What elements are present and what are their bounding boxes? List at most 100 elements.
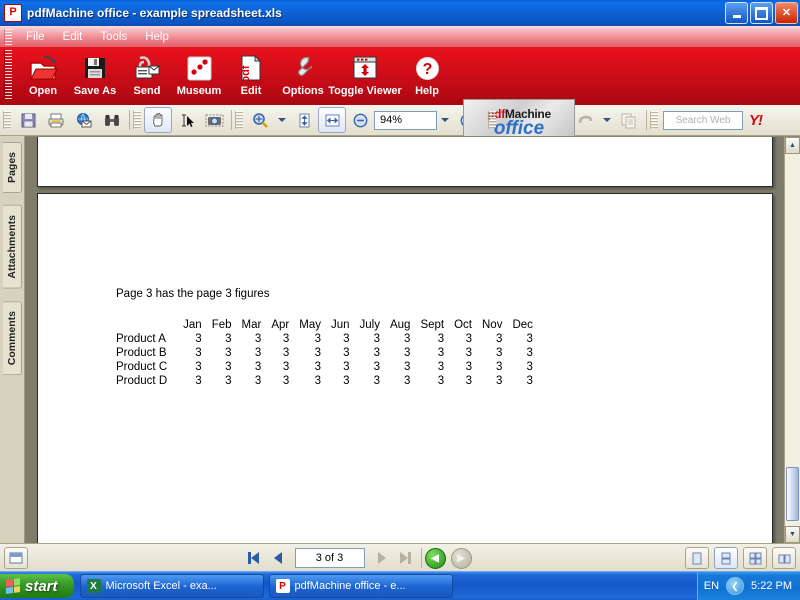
edit-button-label: Edit [241, 85, 262, 97]
zoom-tools-grip[interactable] [235, 111, 243, 129]
camera-snapshot-icon[interactable] [200, 107, 228, 133]
minimize-button[interactable] [725, 2, 748, 24]
undo-icon [571, 107, 599, 133]
pdf-page-icon: pdf [238, 52, 264, 84]
help-button-label: Help [415, 85, 439, 97]
scroll-down-arrow[interactable]: ▼ [785, 526, 800, 543]
toolbar-grip-handle[interactable] [4, 50, 12, 100]
zoom-tool-dropdown-arrow[interactable] [278, 118, 286, 122]
page-indicator[interactable]: 3 of 3 [295, 548, 365, 568]
cell: 3 [236, 346, 266, 360]
continuous-view-button[interactable] [714, 547, 738, 569]
taskbar-item-pdfmachine-label: pdfMachine office - e... [295, 580, 406, 592]
sidebar-item-attachments[interactable]: Attachments [3, 205, 22, 289]
magnifier-icon[interactable] [246, 107, 274, 133]
clock[interactable]: 5:22 PM [751, 580, 792, 592]
edit-button[interactable]: pdf Edit [225, 47, 277, 97]
menu-item-help[interactable]: Help [136, 29, 178, 45]
menu-item-tools[interactable]: Tools [91, 29, 136, 45]
scrollbar-thumb[interactable] [786, 467, 799, 521]
page-current: Page 3 has the page 3 figures Jan Feb Ma… [37, 193, 773, 543]
cell: 3 [265, 346, 293, 360]
first-page-button[interactable] [242, 548, 266, 568]
cell: 3 [206, 374, 236, 388]
fit-height-icon[interactable] [290, 107, 318, 133]
open-button[interactable]: Open [17, 47, 69, 97]
go-back-button[interactable]: ◀ [425, 548, 446, 569]
main-toolbar: Open Save As [0, 47, 800, 105]
cell: 3 [293, 332, 325, 346]
table-row: Product C 3 3 3 3 3 3 3 3 3 3 [116, 360, 537, 374]
toggle-viewer-button-label: Toggle Viewer [328, 85, 402, 97]
scroll-up-arrow[interactable]: ▲ [785, 137, 800, 154]
help-button[interactable]: ? Help [401, 47, 453, 97]
toggle-viewer-button[interactable]: Toggle Viewer [329, 47, 401, 97]
zoom-level-dropdown-arrow[interactable] [441, 118, 449, 122]
save-as-button[interactable]: Save As [69, 47, 121, 97]
cell: 3 [414, 346, 448, 360]
zoom-level-input[interactable]: 94% [374, 111, 437, 130]
printer-icon[interactable] [42, 107, 70, 133]
museum-button[interactable]: Museum [173, 47, 225, 97]
cell: 3 [506, 374, 536, 388]
cell: 3 [236, 332, 266, 346]
facing-pages-view-button[interactable] [743, 547, 767, 569]
edit-tools-grip[interactable] [488, 111, 496, 129]
sidebar-item-pages[interactable]: Pages [3, 142, 22, 193]
cell: 3 [476, 374, 506, 388]
binoculars-icon[interactable] [98, 107, 126, 133]
view-tools-grip[interactable] [133, 111, 141, 129]
text-select-icon[interactable] [172, 107, 200, 133]
hand-tool-icon[interactable] [144, 107, 172, 133]
cell: 3 [414, 360, 448, 374]
start-button[interactable]: start [0, 574, 74, 598]
previous-page-button[interactable] [266, 548, 290, 568]
send-button[interactable]: Send [121, 47, 173, 97]
fit-width-icon[interactable] [318, 107, 346, 133]
secondary-toolbar-grip[interactable] [3, 111, 11, 129]
taskbar-item-excel[interactable]: X Microsoft Excel - exa... [80, 574, 264, 598]
table-row: Product D 3 3 3 3 3 3 3 3 3 3 [116, 374, 537, 388]
museum-button-label: Museum [177, 85, 222, 97]
yahoo-logo[interactable]: Y! [749, 112, 762, 129]
title-bar: P pdfMachine office - example spreadshee… [0, 0, 800, 26]
next-page-button [370, 548, 394, 568]
zoom-out-icon[interactable] [346, 107, 374, 133]
svg-text:?: ? [422, 61, 432, 78]
menu-item-file[interactable]: File [17, 29, 54, 45]
toggle-sidebar-button[interactable] [4, 547, 28, 569]
save-icon[interactable] [14, 107, 42, 133]
table-row: Product A 3 3 3 3 3 3 3 3 3 3 [116, 332, 537, 346]
column-header-july: July [354, 319, 384, 332]
taskbar-item-pdfmachine[interactable]: P pdfMachine office - e... [269, 574, 453, 598]
two-up-view-button[interactable] [772, 547, 796, 569]
toolbar-separator-2 [231, 110, 232, 130]
vertical-scrollbar[interactable]: ▲ ▼ [784, 137, 800, 543]
cell: 3 [384, 374, 414, 388]
email-globe-icon[interactable] [70, 107, 98, 133]
chevron-left-icon[interactable]: ❮ [726, 577, 744, 595]
toggle-viewer-icon [351, 52, 379, 84]
row-header: Product C [116, 360, 177, 374]
taskbar: start X Microsoft Excel - exa... P pdfMa… [0, 571, 800, 600]
menu-grip-handle[interactable] [4, 29, 12, 45]
document-lead-text: Page 3 has the page 3 figures [116, 288, 537, 300]
cell: 3 [384, 332, 414, 346]
single-page-view-button[interactable] [685, 547, 709, 569]
language-indicator[interactable]: EN [704, 580, 719, 592]
maximize-button[interactable] [750, 2, 773, 24]
sidebar-item-comments[interactable]: Comments [3, 301, 22, 375]
undo-dropdown-arrow[interactable] [603, 118, 611, 122]
menu-item-edit[interactable]: Edit [54, 29, 92, 45]
table-header-row: Jan Feb Mar Apr May Jun July Aug Sept Oc… [116, 319, 537, 332]
column-header-nov: Nov [476, 319, 506, 332]
last-page-button [394, 548, 418, 568]
cell: 3 [325, 332, 354, 346]
options-button[interactable]: Options [277, 47, 329, 97]
close-button[interactable]: ✕ [775, 2, 798, 24]
cell: 3 [354, 346, 384, 360]
document-viewer[interactable]: Page 3 has the page 3 figures Jan Feb Ma… [25, 136, 800, 543]
search-web-input[interactable]: Search Web [663, 111, 743, 130]
search-grip[interactable] [650, 111, 658, 129]
excel-icon: X [87, 579, 101, 593]
